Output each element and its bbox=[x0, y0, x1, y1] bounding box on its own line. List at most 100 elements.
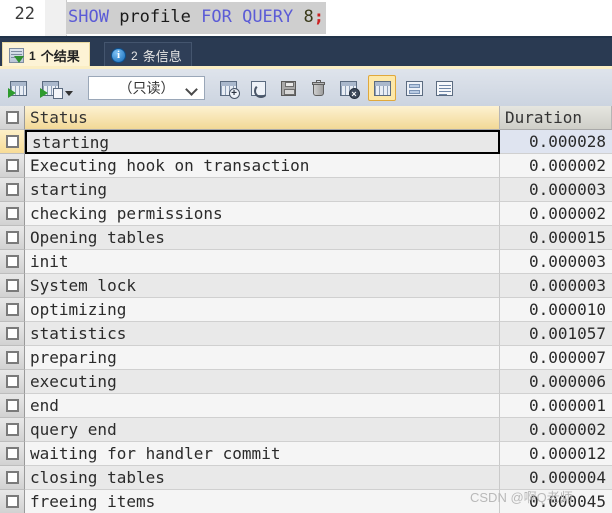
row-checkbox[interactable] bbox=[5, 351, 19, 364]
cell-status[interactable]: init bbox=[25, 250, 500, 274]
cell-duration[interactable]: 0.000007 bbox=[500, 346, 612, 370]
row-checkbox[interactable] bbox=[5, 447, 19, 460]
cell-status[interactable]: starting bbox=[25, 130, 500, 154]
row-checkbox[interactable] bbox=[5, 471, 19, 484]
row-selector-cell[interactable] bbox=[0, 130, 25, 154]
row-checkbox[interactable] bbox=[5, 279, 19, 292]
view-form-button[interactable] bbox=[400, 75, 428, 101]
results-grid[interactable]: Status Duration starting 0.000028 Executin… bbox=[0, 106, 612, 513]
table-row[interactable]: query end 0.000002 bbox=[0, 418, 612, 442]
row-checkbox[interactable] bbox=[5, 423, 19, 436]
cell-duration[interactable]: 0.000002 bbox=[500, 418, 612, 442]
row-selector-cell[interactable] bbox=[0, 202, 25, 226]
cell-duration[interactable]: 0.001057 bbox=[500, 322, 612, 346]
cancel-button[interactable]: × bbox=[334, 75, 362, 101]
insert-row-button[interactable]: + bbox=[214, 75, 242, 101]
row-checkbox[interactable] bbox=[5, 399, 19, 412]
row-selector-cell[interactable] bbox=[0, 418, 25, 442]
cell-status[interactable]: preparing bbox=[25, 346, 500, 370]
row-selector-cell[interactable] bbox=[0, 466, 25, 490]
cell-status[interactable]: closing tables bbox=[25, 466, 500, 490]
column-header-status[interactable]: Status bbox=[25, 106, 500, 130]
row-checkbox[interactable] bbox=[5, 303, 19, 316]
row-checkbox[interactable] bbox=[5, 159, 19, 172]
cell-status[interactable]: checking permissions bbox=[25, 202, 500, 226]
cell-duration[interactable]: 0.000002 bbox=[500, 202, 612, 226]
cell-status[interactable]: executing bbox=[25, 370, 500, 394]
select-all-cell[interactable] bbox=[0, 106, 25, 130]
table-row[interactable]: starting 0.000003 bbox=[0, 178, 612, 202]
view-text-button[interactable] bbox=[430, 75, 458, 101]
cell-status[interactable]: Opening tables bbox=[25, 226, 500, 250]
table-row[interactable]: statistics 0.001057 bbox=[0, 322, 612, 346]
table-row[interactable]: executing 0.000006 bbox=[0, 370, 612, 394]
cell-status[interactable]: waiting for handler commit bbox=[25, 442, 500, 466]
delete-row-button[interactable] bbox=[304, 75, 332, 101]
table-row[interactable]: preparing 0.000007 bbox=[0, 346, 612, 370]
cell-duration[interactable]: 0.000004 bbox=[500, 466, 612, 490]
cell-duration[interactable]: 0.000012 bbox=[500, 442, 612, 466]
edit-mode-select[interactable]: （只读） bbox=[88, 76, 205, 100]
table-row[interactable]: closing tables 0.000004 bbox=[0, 466, 612, 490]
sql-editor[interactable]: 22 SHOW profile FOR QUERY 8; bbox=[0, 0, 612, 36]
cell-status[interactable]: optimizing bbox=[25, 298, 500, 322]
apply-grid-button[interactable] bbox=[4, 75, 32, 101]
row-checkbox[interactable] bbox=[5, 207, 19, 220]
cell-duration[interactable]: 0.000001 bbox=[500, 394, 612, 418]
table-row[interactable]: checking permissions 0.000002 bbox=[0, 202, 612, 226]
table-row[interactable]: end 0.000001 bbox=[0, 394, 612, 418]
row-selector-cell[interactable] bbox=[0, 178, 25, 202]
cell-duration[interactable]: 0.000003 bbox=[500, 250, 612, 274]
cell-duration[interactable]: 0.000002 bbox=[500, 154, 612, 178]
row-checkbox[interactable] bbox=[5, 231, 19, 244]
cell-duration[interactable]: 0.000003 bbox=[500, 274, 612, 298]
cell-status[interactable]: statistics bbox=[25, 322, 500, 346]
table-row[interactable]: Executing hook on transaction 0.000002 bbox=[0, 154, 612, 178]
cell-status[interactable]: query end bbox=[25, 418, 500, 442]
table-row[interactable]: waiting for handler commit 0.000012 bbox=[0, 442, 612, 466]
table-row[interactable]: freeing items 0.000045 bbox=[0, 490, 612, 513]
row-selector-cell[interactable] bbox=[0, 394, 25, 418]
table-row[interactable]: System lock 0.000003 bbox=[0, 274, 612, 298]
row-checkbox[interactable] bbox=[5, 183, 19, 196]
cell-status[interactable]: starting bbox=[25, 178, 500, 202]
revert-button[interactable] bbox=[244, 75, 272, 101]
table-row[interactable]: Opening tables 0.000015 bbox=[0, 226, 612, 250]
row-selector-cell[interactable] bbox=[0, 490, 25, 513]
cell-status[interactable]: Executing hook on transaction bbox=[25, 154, 500, 178]
select-all-checkbox[interactable] bbox=[5, 111, 19, 124]
cell-status[interactable]: System lock bbox=[25, 274, 500, 298]
cell-duration[interactable]: 0.000028 bbox=[500, 130, 612, 154]
cell-duration[interactable]: 0.000045 bbox=[500, 490, 612, 513]
save-button[interactable] bbox=[274, 75, 302, 101]
row-selector-cell[interactable] bbox=[0, 226, 25, 250]
row-selector-cell[interactable] bbox=[0, 370, 25, 394]
row-checkbox[interactable] bbox=[5, 135, 19, 148]
row-checkbox[interactable] bbox=[5, 375, 19, 388]
tab-messages[interactable]: i 2 条信息 bbox=[104, 42, 192, 68]
row-selector-cell[interactable] bbox=[0, 346, 25, 370]
export-grid-button[interactable] bbox=[36, 75, 64, 101]
row-selector-cell[interactable] bbox=[0, 274, 25, 298]
tab-results[interactable]: 1 个结果 bbox=[2, 42, 90, 68]
table-row[interactable]: optimizing 0.000010 bbox=[0, 298, 612, 322]
table-row[interactable]: starting 0.000028 bbox=[0, 130, 612, 154]
view-grid-button[interactable] bbox=[368, 75, 396, 101]
row-checkbox[interactable] bbox=[5, 327, 19, 340]
row-selector-cell[interactable] bbox=[0, 442, 25, 466]
sql-statement[interactable]: SHOW profile FOR QUERY 8; bbox=[66, 2, 327, 34]
toolbar-dropdown-button[interactable] bbox=[62, 75, 76, 101]
cell-duration[interactable]: 0.000015 bbox=[500, 226, 612, 250]
row-selector-cell[interactable] bbox=[0, 298, 25, 322]
cell-duration[interactable]: 0.000003 bbox=[500, 178, 612, 202]
cell-duration[interactable]: 0.000006 bbox=[500, 370, 612, 394]
cell-duration[interactable]: 0.000010 bbox=[500, 298, 612, 322]
column-header-duration[interactable]: Duration bbox=[500, 106, 612, 130]
row-selector-cell[interactable] bbox=[0, 154, 25, 178]
table-row[interactable]: init 0.000003 bbox=[0, 250, 612, 274]
cell-status[interactable]: freeing items bbox=[25, 490, 500, 513]
row-selector-cell[interactable] bbox=[0, 322, 25, 346]
cell-status[interactable]: end bbox=[25, 394, 500, 418]
row-selector-cell[interactable] bbox=[0, 250, 25, 274]
row-checkbox[interactable] bbox=[5, 255, 19, 268]
